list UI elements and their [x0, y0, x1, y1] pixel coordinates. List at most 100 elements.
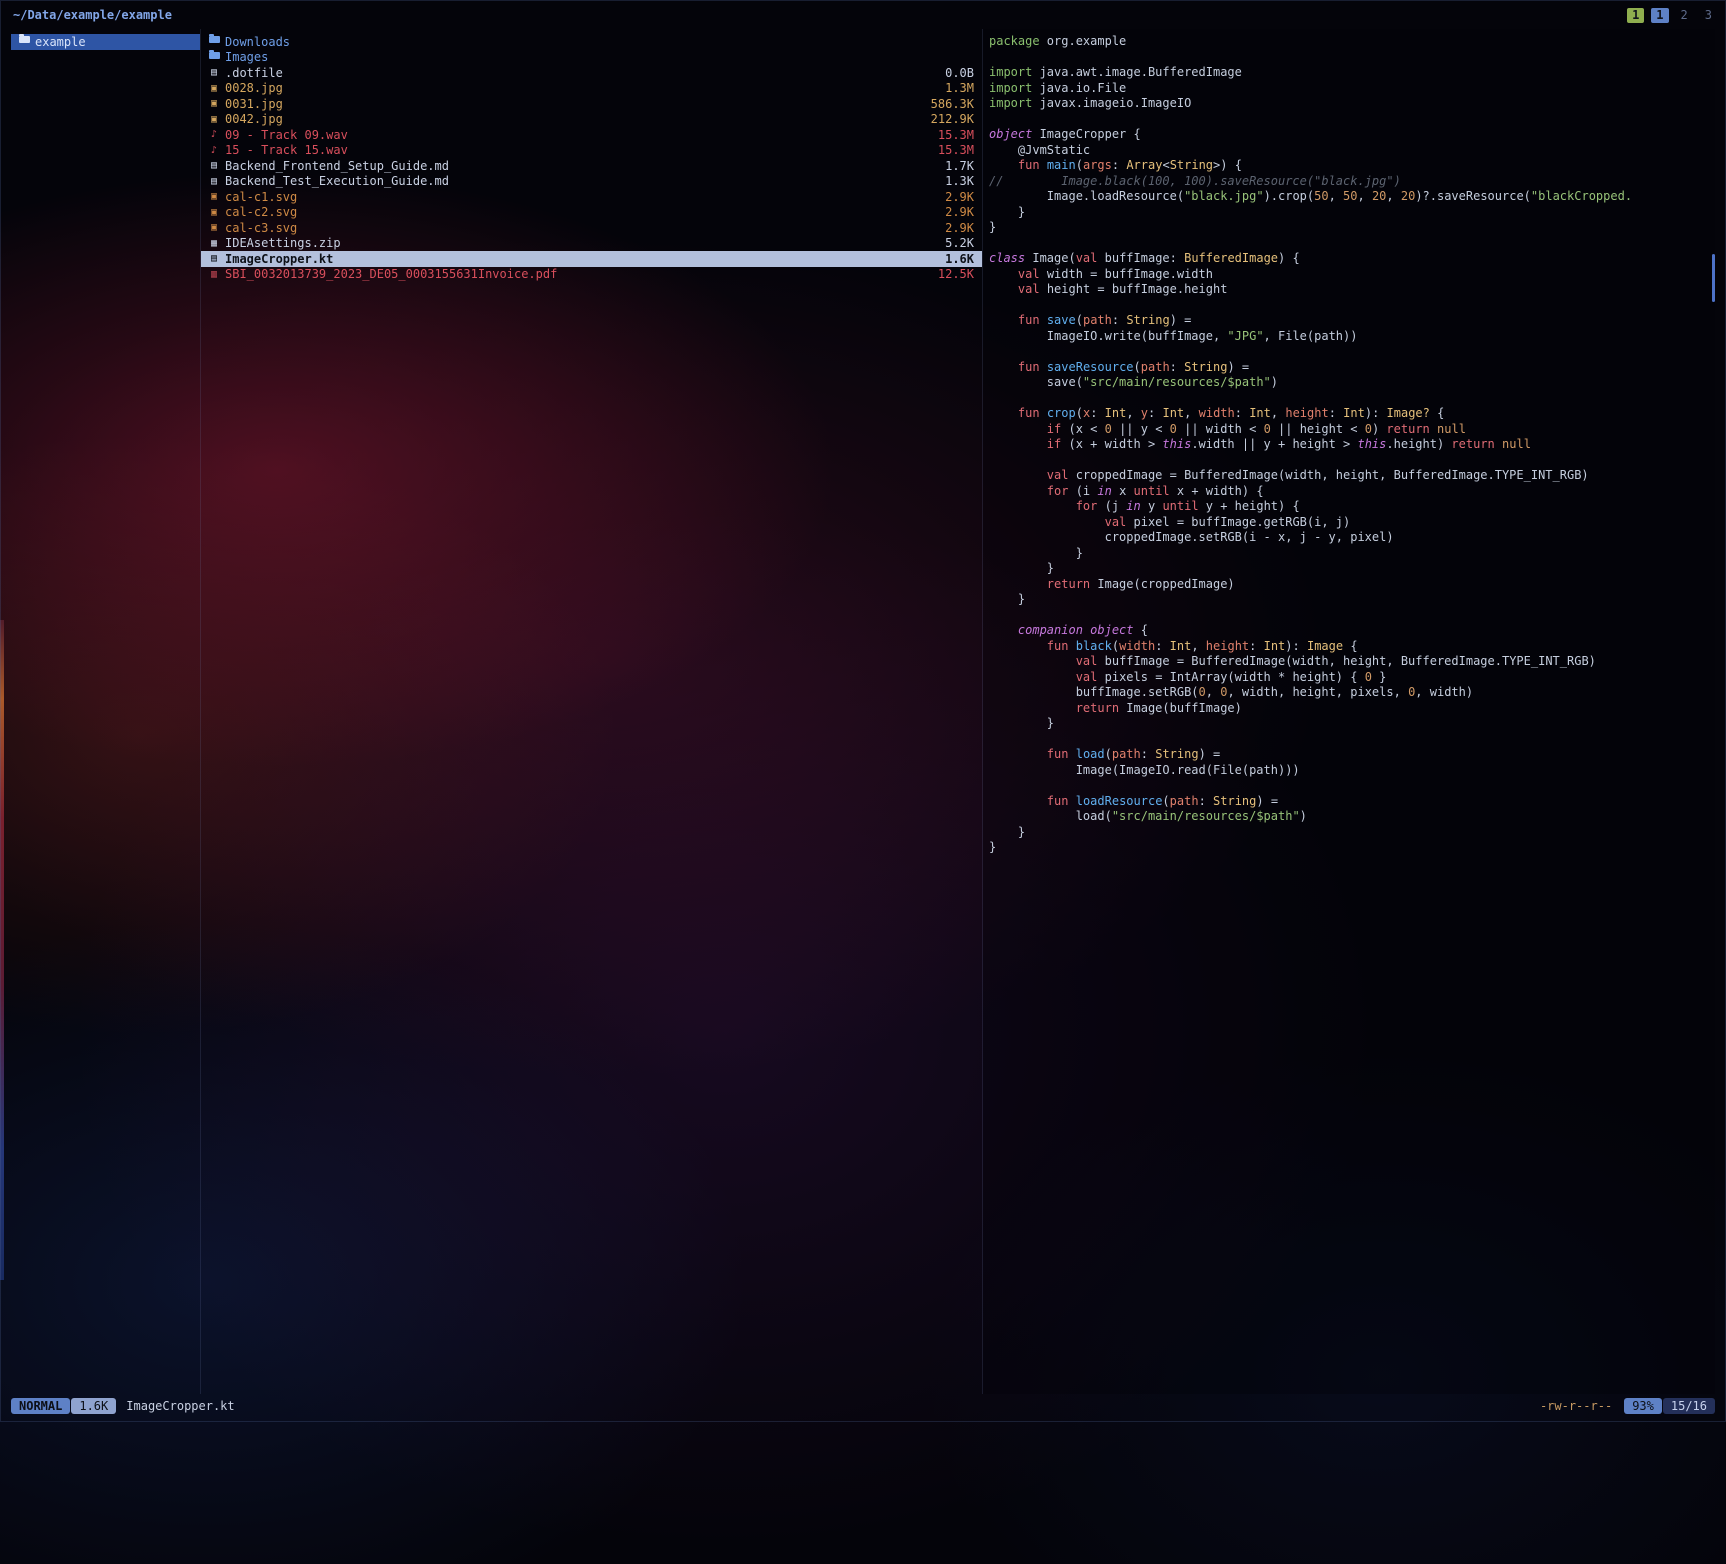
- code-line: }: [989, 205, 1715, 221]
- file-row[interactable]: Images: [201, 50, 982, 66]
- code-line: }: [989, 840, 1715, 856]
- code-line: [989, 453, 1715, 469]
- file-size: 5.2K: [935, 236, 974, 250]
- code-line: package org.example: [989, 34, 1715, 50]
- file-row[interactable]: ▥ SBI_0032013739_2023_DE05_0003155631Inv…: [201, 267, 982, 283]
- file-row[interactable]: ▣ 0042.jpg 212.9K: [201, 112, 982, 128]
- code-line: [989, 298, 1715, 314]
- code-line: croppedImage.setRGB(i - x, j - y, pixel): [989, 530, 1715, 546]
- file-row[interactable]: ▣ 0031.jpg 586.3K: [201, 96, 982, 112]
- parent-dir-item[interactable]: example: [11, 34, 200, 50]
- file-size: 1.7K: [935, 159, 974, 173]
- file-size: 15.3M: [928, 143, 974, 157]
- file-row[interactable]: ▤ .dotfile 0.0B: [201, 65, 982, 81]
- code-line: }: [989, 561, 1715, 577]
- audio-icon: ♪: [207, 143, 221, 159]
- code-line: }: [989, 220, 1715, 236]
- file-size: 2.9K: [935, 205, 974, 219]
- markdown-icon: ▤: [207, 158, 221, 174]
- code-line: Image(ImageIO.read(File(path))): [989, 763, 1715, 779]
- file-row[interactable]: ▣ 0028.jpg 1.3M: [201, 81, 982, 97]
- code-line: }: [989, 825, 1715, 841]
- code-line: val height = buffImage.height: [989, 282, 1715, 298]
- code-line: // Image.black(100, 100).saveResource("b…: [989, 174, 1715, 190]
- image-icon: ▣: [207, 81, 221, 97]
- file-size: 12.5K: [928, 267, 974, 281]
- tab-1[interactable]: 1: [1627, 8, 1644, 23]
- file-name: 0028.jpg: [225, 81, 283, 95]
- code-line: if (x + width > this.width || y + height…: [989, 437, 1715, 453]
- status-bar: NORMAL 1.6K ImageCropper.kt -rw-r--r-- 9…: [11, 1398, 1715, 1414]
- code-line: for (j in y until y + height) {: [989, 499, 1715, 515]
- file-row[interactable]: ▣ cal-c1.svg 2.9K: [201, 189, 982, 205]
- file-size-badge: 1.6K: [71, 1398, 116, 1414]
- code-line: val pixel = buffImage.getRGB(i, j): [989, 515, 1715, 531]
- tab-3[interactable]: 2: [1676, 8, 1693, 23]
- file-row[interactable]: ♪ 15 - Track 15.wav 15.3M: [201, 143, 982, 159]
- code-line: }: [989, 716, 1715, 732]
- code-line: [989, 778, 1715, 794]
- code-line: return Image(buffImage): [989, 701, 1715, 717]
- file-list-pane: Downloads Images ▤ .dotfile 0.0B ▣ 0028.…: [201, 29, 983, 1394]
- code-line: if (x < 0 || y < 0 || width < 0 || heigh…: [989, 422, 1715, 438]
- breadcrumb[interactable]: ~/Data/example/example: [13, 8, 172, 22]
- pdf-icon: ▥: [207, 267, 221, 283]
- file-name: 0042.jpg: [225, 112, 283, 126]
- image-icon: ▣: [207, 205, 221, 221]
- file-size: 1.3M: [935, 81, 974, 95]
- file-row[interactable]: ▤ Backend_Frontend_Setup_Guide.md 1.7K: [201, 158, 982, 174]
- status-right: -rw-r--r-- 93% 15/16: [1540, 1398, 1715, 1414]
- file-row[interactable]: Downloads: [201, 34, 982, 50]
- code-line: buffImage.setRGB(0, 0, width, height, pi…: [989, 685, 1715, 701]
- mode-badge: NORMAL: [11, 1398, 70, 1414]
- code-line: fun load(path: String) =: [989, 747, 1715, 763]
- file-row[interactable]: ▤ Backend_Test_Execution_Guide.md 1.3K: [201, 174, 982, 190]
- code-line: fun save(path: String) =: [989, 313, 1715, 329]
- preview-pane: package org.example import java.awt.imag…: [983, 29, 1715, 1394]
- preview-scrollbar[interactable]: [1712, 254, 1715, 302]
- image-icon: ▣: [207, 189, 221, 205]
- file-size: 2.9K: [935, 221, 974, 235]
- code-line: fun main(args: Array<String>) {: [989, 158, 1715, 174]
- file-name: 0031.jpg: [225, 97, 283, 111]
- yazi-file-manager: ~/Data/example/example 1123 example Down…: [0, 0, 1726, 1564]
- file-icon: ▤: [207, 65, 221, 81]
- file-name: 15 - Track 15.wav: [225, 143, 348, 157]
- file-row[interactable]: ▣ cal-c2.svg 2.9K: [201, 205, 982, 221]
- file-name: Backend_Frontend_Setup_Guide.md: [225, 159, 449, 173]
- code-line: [989, 50, 1715, 66]
- audio-icon: ♪: [207, 127, 221, 143]
- code-line: load("src/main/resources/$path"): [989, 809, 1715, 825]
- code-line: @JvmStatic: [989, 143, 1715, 159]
- image-icon: ▣: [207, 220, 221, 236]
- tab-4[interactable]: 3: [1700, 8, 1717, 23]
- tab-2[interactable]: 1: [1651, 8, 1668, 23]
- code-line: fun saveResource(path: String) =: [989, 360, 1715, 376]
- code-line: val croppedImage = BufferedImage(width, …: [989, 468, 1715, 484]
- image-icon: ▣: [207, 96, 221, 112]
- archive-icon: ▦: [207, 236, 221, 252]
- file-row[interactable]: ▦ IDEAsettings.zip 5.2K: [201, 236, 982, 252]
- file-size: 1.3K: [935, 174, 974, 188]
- file-name: .dotfile: [225, 66, 283, 80]
- file-size: 586.3K: [921, 97, 974, 111]
- file-name: Downloads: [225, 35, 290, 49]
- file-row[interactable]: ♪ 09 - Track 09.wav 15.3M: [201, 127, 982, 143]
- code-line: [989, 732, 1715, 748]
- code-line: [989, 344, 1715, 360]
- code-line: fun loadResource(path: String) =: [989, 794, 1715, 810]
- file-name: SBI_0032013739_2023_DE05_0003155631Invoi…: [225, 267, 557, 281]
- file-size: 0.0B: [935, 66, 974, 80]
- pane-layout: example Downloads Images ▤ .dotfile 0.0B…: [11, 29, 1715, 1394]
- file-name: cal-c2.svg: [225, 205, 297, 219]
- tab-bar: 1123: [1627, 8, 1717, 23]
- folder-icon: [17, 34, 31, 50]
- file-row[interactable]: ▣ cal-c3.svg 2.9K: [201, 220, 982, 236]
- code-line: [989, 391, 1715, 407]
- code-line: return Image(croppedImage): [989, 577, 1715, 593]
- file-row[interactable]: ▤ ImageCropper.kt 1.6K: [201, 251, 982, 267]
- code-line: Image.loadResource("black.jpg").crop(50,…: [989, 189, 1715, 205]
- code-line: }: [989, 592, 1715, 608]
- terminal-window: ~/Data/example/example 1123 example Down…: [0, 0, 1726, 1422]
- parent-dir-name: example: [35, 35, 86, 49]
